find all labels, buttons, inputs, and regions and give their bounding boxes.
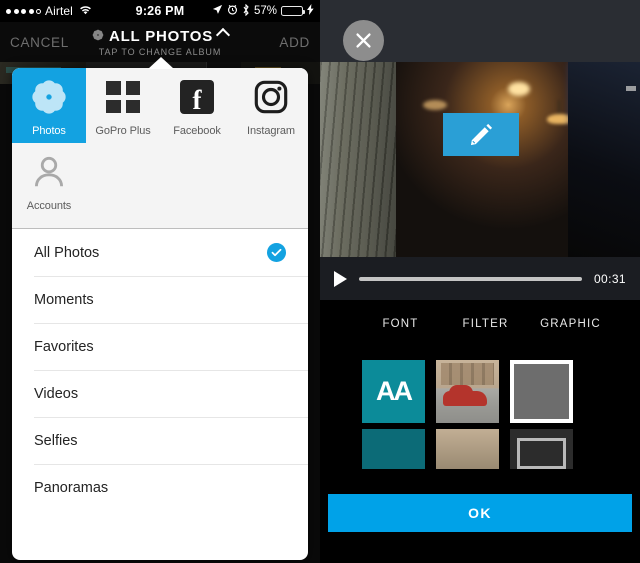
thumbnail-row-2 <box>320 429 640 469</box>
font-thumbnail[interactable]: AA <box>362 360 425 423</box>
editor-top-bar <box>320 0 640 62</box>
album-list: All Photos Moments Favorites Videos Self… <box>12 229 308 511</box>
status-bar-right: 57% <box>212 3 314 19</box>
status-bar: Airtel 9:26 PM 57% <box>0 0 320 22</box>
album-label: All Photos <box>34 244 100 261</box>
play-icon[interactable] <box>334 270 347 287</box>
duration-label: 00:31 <box>593 271 626 286</box>
album-row-videos[interactable]: Videos <box>12 370 308 417</box>
tab-font[interactable]: FONT <box>358 318 443 330</box>
bluetooth-icon <box>242 3 250 19</box>
edit-button[interactable] <box>443 113 519 156</box>
battery-percent-label: 57% <box>253 5 277 17</box>
ok-button[interactable]: OK <box>328 494 632 532</box>
album-label: Panoramas <box>34 479 109 496</box>
photos-flower-icon <box>92 28 104 46</box>
source-item-facebook[interactable]: f Facebook <box>160 68 234 143</box>
instagram-icon <box>250 76 292 118</box>
album-row-panoramas[interactable]: Panoramas <box>12 464 308 511</box>
wifi-icon <box>79 5 92 18</box>
cancel-button[interactable]: CANCEL <box>10 35 69 50</box>
source-item-instagram[interactable]: Instagram <box>234 68 308 143</box>
location-arrow-icon <box>212 4 223 18</box>
source-item-gopro-plus[interactable]: GoPro Plus <box>86 68 160 143</box>
editor-tabs: FONT FILTER GRAPHIC <box>320 300 640 348</box>
navigation-bar: CANCEL ALL PHOTOS TAP TO CHANGE ALBUM AD… <box>0 22 320 62</box>
person-icon <box>28 151 70 193</box>
screenshot-root: Airtel 9:26 PM 57% CANCEL ALL PHOTOS TAP… <box>0 0 640 563</box>
alarm-clock-icon <box>227 4 238 18</box>
popover-caret <box>148 57 174 69</box>
album-label: Favorites <box>34 338 94 355</box>
album-picker-popover: Photos GoPro Plus f Facebook Instagram A… <box>12 68 308 560</box>
carrier-label: Airtel <box>45 4 73 18</box>
tab-graphic[interactable]: GRAPHIC <box>528 318 613 330</box>
source-item-photos[interactable]: Photos <box>12 68 86 143</box>
source-item-accounts[interactable]: Accounts <box>12 143 86 218</box>
video-scene <box>396 62 640 257</box>
video-left-pillar <box>320 62 396 257</box>
source-label: Photos <box>32 125 66 137</box>
add-button[interactable]: ADD <box>279 35 310 50</box>
graphic-thumbnail-tile <box>510 360 573 423</box>
check-circle-icon <box>267 243 286 262</box>
page-title: ALL PHOTOS <box>108 28 214 45</box>
photos-flower-icon <box>28 76 70 118</box>
album-row-selfies[interactable]: Selfies <box>12 417 308 464</box>
right-phone-pane: 00:31 FONT FILTER GRAPHIC AA OK <box>320 0 640 563</box>
close-icon <box>356 33 371 48</box>
album-label: Moments <box>34 291 94 308</box>
album-row-moments[interactable]: Moments <box>12 276 308 323</box>
source-row-1: Photos GoPro Plus f Facebook Instagram <box>12 68 308 143</box>
close-button[interactable] <box>343 20 384 61</box>
battery-icon <box>281 6 306 16</box>
album-label: Selfies <box>34 432 78 449</box>
filter-thumbnail-tile <box>436 360 499 423</box>
charging-bolt-icon <box>307 4 314 18</box>
tab-filter[interactable]: FILTER <box>443 318 528 330</box>
ok-button-label: OK <box>468 505 492 521</box>
graphic-thumbnail-2[interactable] <box>510 429 573 469</box>
source-tabs: Photos GoPro Plus f Facebook Instagram A… <box>12 68 308 229</box>
album-label: Videos <box>34 385 79 402</box>
source-row-2: Accounts <box>12 143 308 218</box>
source-label: Instagram <box>246 125 295 137</box>
source-label: GoPro Plus <box>95 125 151 137</box>
pencil-icon <box>470 123 492 146</box>
font-thumbnail-tile: AA <box>362 360 425 423</box>
progress-slider[interactable] <box>359 276 582 281</box>
grid-icon <box>102 76 144 118</box>
album-row-all-photos[interactable]: All Photos <box>12 229 308 276</box>
graphic-thumbnail[interactable] <box>510 360 573 423</box>
scene-light-1 <box>508 82 531 96</box>
source-label: Accounts <box>26 200 72 212</box>
playback-bar: 00:31 <box>320 257 640 300</box>
filter-thumbnail-2[interactable] <box>436 429 499 469</box>
source-label: Facebook <box>173 125 221 137</box>
left-phone-pane: Airtel 9:26 PM 57% CANCEL ALL PHOTOS TAP… <box>0 0 320 563</box>
video-preview[interactable] <box>320 62 640 257</box>
filter-thumbnail[interactable] <box>436 360 499 423</box>
status-bar-left: Airtel <box>6 4 92 18</box>
thumbnail-row-1: AA <box>320 348 640 423</box>
facebook-icon: f <box>176 76 218 118</box>
scene-light-3 <box>422 100 447 110</box>
album-row-favorites[interactable]: Favorites <box>12 323 308 370</box>
signal-strength-icon <box>6 8 41 14</box>
font-thumbnail-2[interactable] <box>362 429 425 469</box>
scene-right-wall <box>568 62 640 257</box>
chevron-up-icon <box>215 27 231 43</box>
